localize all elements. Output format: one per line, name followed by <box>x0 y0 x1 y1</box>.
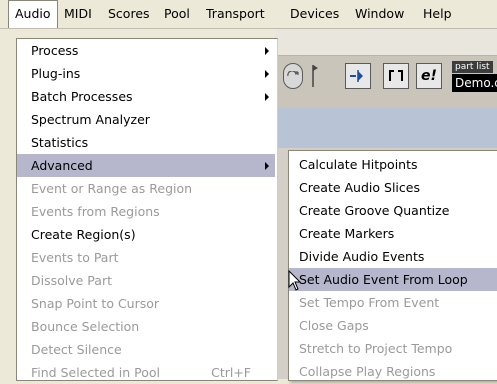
submenu-arrow-icon <box>265 162 269 170</box>
menu-item-label: Find Selected in Pool <box>31 365 160 380</box>
menu-item-detect-silence[interactable]: Detect Silence <box>17 338 275 361</box>
submenu-arrow-icon <box>265 93 269 101</box>
snap-to-grid-icon[interactable] <box>345 63 371 89</box>
submenu-item-set-tempo-from-event[interactable]: Set Tempo From Event <box>289 291 497 314</box>
menu-item-batch-processes[interactable]: Batch Processes <box>17 85 275 108</box>
menu-item-label: Process <box>31 43 79 58</box>
menu-item-statistics[interactable]: Statistics <box>17 131 275 154</box>
menu-item-label: Set Audio Event From Loop <box>299 272 468 287</box>
submenu-item-create-markers[interactable]: Create Markers <box>289 222 497 245</box>
submenu-item-stretch-to-project-tempo[interactable]: Stretch to Project Tempo <box>289 337 497 360</box>
menu-item-label: Spectrum Analyzer <box>31 112 150 127</box>
menu-item-label: Events to Part <box>31 250 119 265</box>
part-list-value[interactable]: Demo.c <box>452 74 497 92</box>
part-list-label: part list <box>452 61 493 73</box>
menu-item-label: Event or Range as Region <box>31 181 193 196</box>
menu-audio[interactable]: Audio <box>8 0 58 28</box>
loop-icon[interactable] <box>283 63 303 89</box>
menu-item-label: Calculate Hitpoints <box>299 157 418 172</box>
marker-flag-icon[interactable] <box>310 63 320 89</box>
toolbar-top-strip <box>275 29 497 56</box>
menu-item-label: Divide Audio Events <box>299 249 425 264</box>
menu-item-label: Create Groove Quantize <box>299 203 450 218</box>
menu-item-advanced[interactable]: Advanced <box>17 154 275 177</box>
menu-item-create-regions[interactable]: Create Region(s) <box>17 223 275 246</box>
menu-pool[interactable]: Pool <box>158 0 196 28</box>
menu-item-label: Batch Processes <box>31 89 133 104</box>
menu-item-label: Close Gaps <box>299 318 369 333</box>
menu-item-label: Collapse Play Regions <box>299 364 436 379</box>
submenu-item-divide-audio-events[interactable]: Divide Audio Events <box>289 245 497 268</box>
menu-item-find-selected-in-pool[interactable]: Find Selected in Pool Ctrl+F <box>17 361 275 384</box>
audio-menu: Process Plug-ins Batch Processes Spectru… <box>16 38 278 381</box>
menu-item-spectrum-analyzer[interactable]: Spectrum Analyzer <box>17 108 275 131</box>
submenu-item-collapse-play-regions[interactable]: Collapse Play Regions <box>289 360 497 383</box>
menu-item-label: Create Region(s) <box>31 227 136 242</box>
menu-item-label: Events from Regions <box>31 204 160 219</box>
mouse-pointer-icon <box>288 269 302 295</box>
submenu-item-create-groove-quantize[interactable]: Create Groove Quantize <box>289 199 497 222</box>
menu-transport[interactable]: Transport <box>200 0 271 28</box>
submenu-item-close-gaps[interactable]: Close Gaps <box>289 314 497 337</box>
menu-item-label: Detect Silence <box>31 342 122 357</box>
submenu-item-calculate-hitpoints[interactable]: Calculate Hitpoints <box>289 153 497 176</box>
menu-item-label: Stretch to Project Tempo <box>299 341 453 356</box>
menu-item-label: Create Audio Slices <box>299 180 420 195</box>
menu-item-events-from-regions[interactable]: Events from Regions <box>17 200 275 223</box>
edit-button[interactable]: e! <box>416 63 442 89</box>
menu-help[interactable]: Help <box>417 0 458 28</box>
shortcut-label: Ctrl+F <box>211 365 251 380</box>
menu-item-bounce-selection[interactable]: Bounce Selection <box>17 315 275 338</box>
menu-item-label: Snap Point to Cursor <box>31 296 160 311</box>
menu-bar: Audio MIDI Scores Pool Transport Devices… <box>0 0 497 29</box>
menu-scores[interactable]: Scores <box>102 0 156 28</box>
menu-item-label: Statistics <box>31 135 89 150</box>
advanced-submenu: Calculate Hitpoints Create Audio Slices … <box>288 150 497 381</box>
menu-item-label: Bounce Selection <box>31 319 140 334</box>
submenu-item-create-audio-slices[interactable]: Create Audio Slices <box>289 176 497 199</box>
menu-devices[interactable]: Devices <box>284 0 345 28</box>
menu-item-plug-ins[interactable]: Plug-ins <box>17 62 275 85</box>
menu-item-snap-point-to-cursor[interactable]: Snap Point to Cursor <box>17 292 275 315</box>
menu-item-process[interactable]: Process <box>17 39 275 62</box>
menu-item-label: Dissolve Part <box>31 273 112 288</box>
menu-item-label: Create Markers <box>299 226 395 241</box>
menu-item-label: Plug-ins <box>31 66 81 81</box>
menu-midi[interactable]: MIDI <box>58 0 98 28</box>
submenu-item-set-audio-event-from-loop[interactable]: Set Audio Event From Loop <box>289 268 497 291</box>
submenu-arrow-icon <box>265 70 269 78</box>
submenu-arrow-icon <box>265 47 269 55</box>
toolbar-lower-strip <box>275 108 497 148</box>
bracket-icon[interactable] <box>383 63 409 89</box>
menu-item-dissolve-part[interactable]: Dissolve Part <box>17 269 275 292</box>
menu-item-label: Set Tempo From Event <box>299 295 440 310</box>
menu-window[interactable]: Window <box>349 0 410 28</box>
menu-item-events-to-part[interactable]: Events to Part <box>17 246 275 269</box>
menu-item-label: Advanced <box>31 158 93 173</box>
menu-item-event-or-range-as-region[interactable]: Event or Range as Region <box>17 177 275 200</box>
